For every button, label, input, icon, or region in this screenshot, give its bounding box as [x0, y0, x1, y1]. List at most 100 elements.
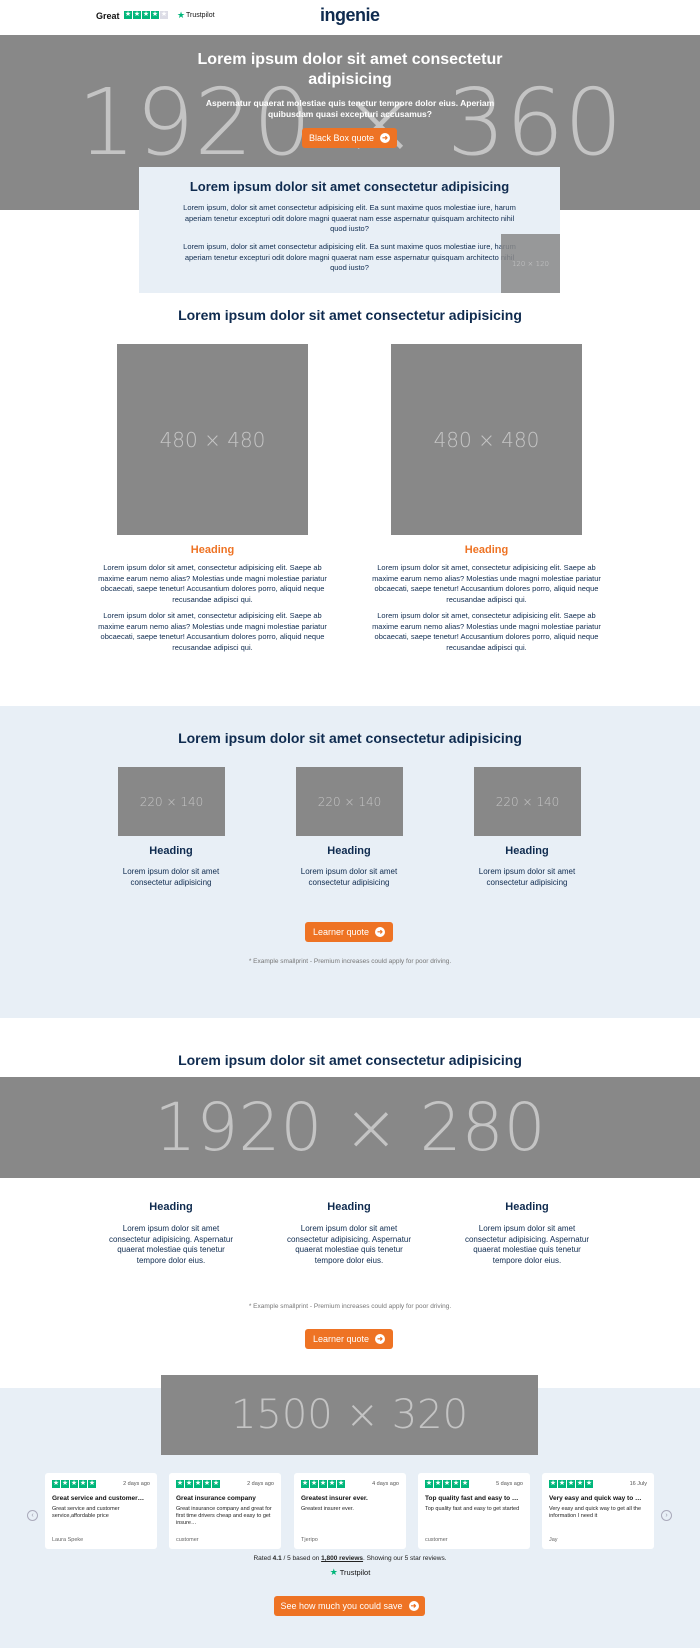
arrow-right-icon: ➜ [375, 927, 386, 937]
review-date: 2 days ago [123, 1481, 150, 1487]
card-text: Lorem ipsum dolor sit amet consectetur a… [300, 867, 398, 887]
review-author: Jay [549, 1537, 558, 1543]
star-icon: ★ [425, 1480, 433, 1488]
review-date: 4 days ago [372, 1481, 399, 1487]
star-icon: ★ [160, 11, 168, 19]
review-title: Great insurance company [176, 1495, 256, 1502]
rating-suffix: . Showing our 5 star reviews. [363, 1555, 447, 1562]
card-heading: Heading [327, 845, 371, 857]
trustpilot-rating-word: Great [96, 11, 120, 21]
section-title: Lorem ipsum dolor sit amet consectetur a… [178, 730, 522, 746]
button-label: Learner quote [312, 927, 370, 937]
arrow-right-icon: ➜ [375, 1334, 386, 1344]
review-card[interactable]: ★ ★ ★ ★ ★ 2 days ago Great insurance company… [169, 1473, 281, 1549]
star-icon: ★ [567, 1480, 575, 1488]
see-how-much-button[interactable]: See how much you could save ➜ [274, 1596, 425, 1616]
star-icon: ★ [337, 1480, 345, 1488]
star-icon: ★ [194, 1480, 202, 1488]
card-image: 220 × 140 [296, 767, 403, 836]
learner-quote-button[interactable]: Learner quote ➜ [305, 922, 393, 942]
star-icon: ★ [443, 1480, 451, 1488]
learner-quote-button[interactable]: Learner quote ➜ [305, 1329, 393, 1349]
star-icon: ★ [461, 1480, 469, 1488]
banner-text: Lorem ipsum dolor sit amet consectetur a… [464, 1224, 590, 1265]
banner-placeholder-label: 1920 × 280 [154, 1089, 546, 1166]
star-icon: ★ [185, 1480, 193, 1488]
intro-title: Lorem ipsum dolor sit amet consectetur a… [189, 179, 510, 194]
review-date: 2 days ago [247, 1481, 274, 1487]
review-author: customer [176, 1537, 199, 1543]
review-card[interactable]: ★ ★ ★ ★ ★ 4 days ago Greatest insurer ever. … [294, 1473, 406, 1549]
arrow-right-icon: ➜ [408, 1601, 419, 1611]
reviews-banner-image: 1500 × 320 [161, 1375, 538, 1455]
review-card[interactable]: ★ ★ ★ ★ ★ 2 days ago Great service and custo… [45, 1473, 157, 1549]
star-icon: ★ [70, 1480, 78, 1488]
image-label: 220 × 140 [317, 794, 382, 809]
review-card[interactable]: ★ ★ ★ ★ ★ 16 July Very easy and quick way to… [542, 1473, 654, 1549]
star-icon: ★ [61, 1480, 69, 1488]
intro-paragraph: Lorem ipsum, dolor sit amet consectetur … [183, 203, 516, 233]
review-count-link[interactable]: 1,800 reviews [321, 1555, 363, 1562]
header: Great ★ ★ ★ ★ ★ ★ Trustpilot ingenie [0, 0, 700, 35]
banner-heading: Heading [505, 1201, 549, 1213]
star-icon: ★ [151, 11, 159, 19]
card-text: Lorem ipsum dolor sit amet consectetur a… [122, 867, 220, 887]
image-label: 220 × 140 [495, 794, 560, 809]
star-icon: ★ [88, 1480, 96, 1488]
button-label: Learner quote [312, 1334, 370, 1344]
black-box-quote-button[interactable]: Black Box quote ➜ [302, 128, 397, 148]
carousel-next-button[interactable]: › [661, 1510, 672, 1521]
smallprint: * Example smallprint - Premium increases… [248, 958, 452, 965]
card-text: Lorem ipsum dolor sit amet consectetur a… [478, 867, 576, 887]
review-body: Greatest insurer ever. [301, 1506, 354, 1512]
intro-box: Lorem ipsum dolor sit amet consectetur a… [139, 167, 560, 293]
ingenie-logo[interactable]: ingenie [320, 5, 380, 26]
button-label: Black Box quote [308, 133, 375, 143]
star-icon: ★ [176, 1480, 184, 1488]
card-image: 220 × 140 [118, 767, 225, 836]
reviews-placeholder-label: 1500 × 320 [230, 1392, 469, 1438]
star-icon: ★ [576, 1480, 584, 1488]
intro-paragraph: Lorem ipsum, dolor sit amet consectetur … [183, 242, 516, 272]
feature-paragraph: Lorem ipsum dolor sit amet, consectetur … [372, 611, 601, 652]
review-card[interactable]: ★ ★ ★ ★ ★ 5 days ago Top quality fast and ea… [418, 1473, 530, 1549]
star-icon: ★ [328, 1480, 336, 1488]
review-author: Laura Speke [52, 1537, 84, 1543]
review-body: Great insurance company and great for fi… [176, 1506, 272, 1526]
trustpilot-logo[interactable]: ★ Trustpilot [0, 1567, 700, 1578]
star-icon: ★ [79, 1480, 87, 1488]
rating-prefix: Rated [253, 1555, 271, 1562]
review-body: Top quality fast and easy to get started [425, 1506, 520, 1512]
feature-image: 480 × 480 [117, 344, 308, 535]
button-label: See how much you could save [280, 1601, 403, 1611]
image-label: 220 × 140 [139, 794, 204, 809]
review-date: 5 days ago [496, 1481, 523, 1487]
rating-mid: / 5 based on [283, 1555, 320, 1562]
feature-image: 480 × 480 [391, 344, 582, 535]
star-icon: ★ [301, 1480, 309, 1488]
rating-value: 4.1 [272, 1555, 282, 1562]
feature-heading: Heading [190, 544, 235, 556]
star-icon: ★ [124, 11, 132, 19]
star-icon: ★ [558, 1480, 566, 1488]
star-icon: ★ [133, 11, 141, 19]
banner-image: 1920 × 280 [0, 1077, 700, 1178]
banner-text: Lorem ipsum dolor sit amet consectetur a… [108, 1224, 234, 1265]
section-title: Lorem ipsum dolor sit amet consectetur a… [178, 1052, 522, 1068]
review-author: customer [425, 1537, 448, 1543]
star-icon: ★ [434, 1480, 442, 1488]
star-icon: ★ [52, 1480, 60, 1488]
feature-heading: Heading [464, 544, 509, 556]
feature-paragraph: Lorem ipsum dolor sit amet, consectetur … [372, 563, 601, 604]
banner-text: Lorem ipsum dolor sit amet consectetur a… [286, 1224, 412, 1265]
star-icon: ★ [585, 1480, 593, 1488]
trustpilot-label[interactable]: Trustpilot [186, 12, 215, 19]
three-col-section: Lorem ipsum dolor sit amet consectetur a… [0, 706, 700, 1018]
trustpilot-stars: ★ ★ ★ ★ ★ [124, 11, 168, 19]
card-heading: Heading [149, 845, 193, 857]
star-icon: ★ [142, 11, 150, 19]
carousel-prev-button[interactable]: ‹ [27, 1510, 38, 1521]
star-icon: ★ [319, 1480, 327, 1488]
feature-paragraph: Lorem ipsum dolor sit amet, consectetur … [98, 563, 327, 604]
banner-heading: Heading [149, 1201, 193, 1213]
